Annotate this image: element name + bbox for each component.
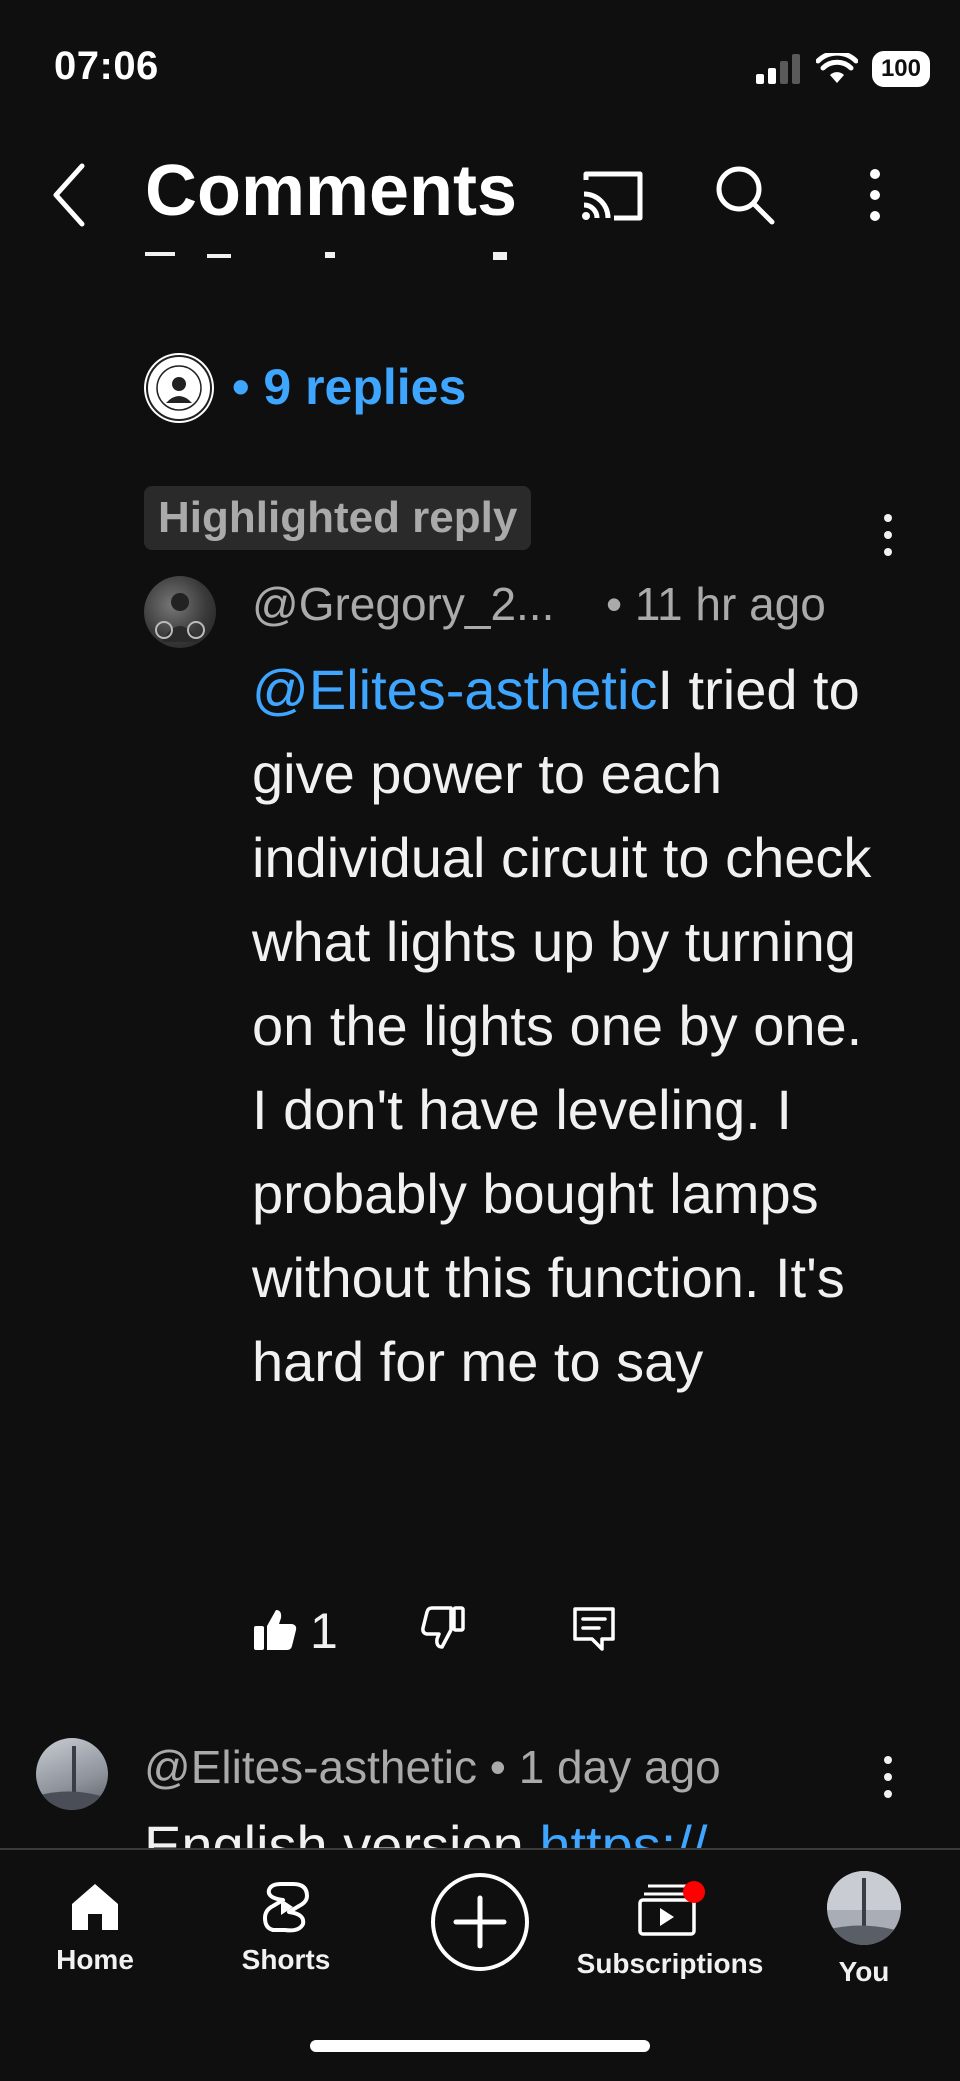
create-icon bbox=[431, 1873, 529, 1971]
more-vert-icon[interactable] bbox=[860, 162, 890, 228]
channel-logo-icon bbox=[146, 355, 212, 421]
page-title: Comments bbox=[145, 151, 518, 231]
reply-author-name[interactable]: @Gregory_2... bbox=[252, 577, 554, 631]
highlighted-reply-badge: Highlighted reply bbox=[144, 486, 532, 550]
nav-you[interactable]: You bbox=[814, 1871, 914, 1988]
nav-home[interactable]: Home bbox=[46, 1880, 144, 1976]
scrolled-content-edge bbox=[145, 252, 507, 260]
nav-you-label: You bbox=[838, 1956, 890, 1987]
reply-more-icon[interactable] bbox=[878, 510, 898, 560]
shorts-icon bbox=[263, 1882, 309, 1933]
nav-shorts-label: Shorts bbox=[241, 1944, 331, 1975]
comment-more-icon[interactable] bbox=[878, 1752, 898, 1802]
reply-author-avatar[interactable] bbox=[144, 576, 216, 648]
dislike-icon[interactable] bbox=[420, 1606, 466, 1652]
nav-home-label: Home bbox=[56, 1944, 134, 1975]
search-icon[interactable] bbox=[712, 162, 778, 228]
comment-body: English version https:// bbox=[144, 1810, 960, 1850]
nav-subscriptions[interactable]: Subscriptions bbox=[570, 1880, 770, 1980]
like-count: 1 bbox=[310, 1603, 338, 1659]
cast-icon[interactable] bbox=[580, 168, 646, 224]
nav-shorts[interactable]: Shorts bbox=[236, 1880, 336, 1976]
avatar-photo bbox=[36, 1746, 108, 1810]
nav-create[interactable] bbox=[428, 1870, 532, 1974]
reply-timestamp: • 11 hr ago bbox=[606, 578, 826, 630]
comment-author-meta[interactable]: @Elites-asthetic • 1 day ago bbox=[144, 1740, 721, 1794]
comment-text: English version bbox=[144, 1814, 540, 1850]
reply-text: I tried to give power to each individual… bbox=[252, 658, 872, 1393]
avatar-photo bbox=[155, 593, 205, 642]
wifi-icon bbox=[815, 53, 858, 83]
home-indicator[interactable] bbox=[310, 2040, 650, 2052]
reply-comment-icon[interactable] bbox=[572, 1606, 616, 1652]
signal-icon bbox=[755, 54, 800, 84]
comment-link[interactable]: https:// bbox=[539, 1814, 707, 1850]
reply-body: @Elites-astheticI tried to give power to… bbox=[252, 648, 892, 1404]
view-replies-link[interactable]: • 9 replies bbox=[232, 358, 466, 416]
channel-avatar bbox=[144, 353, 214, 423]
comment-author-avatar[interactable] bbox=[36, 1738, 108, 1810]
status-indicators: 100 bbox=[755, 48, 930, 90]
comment-body-clip: English version https:// bbox=[144, 1810, 960, 1850]
back-icon[interactable] bbox=[44, 160, 94, 230]
like-icon[interactable] bbox=[252, 1606, 298, 1652]
nav-subscriptions-label: Subscriptions bbox=[576, 1948, 764, 1979]
you-avatar bbox=[827, 1871, 901, 1945]
notification-dot bbox=[683, 1881, 705, 1903]
mention-link[interactable]: @Elites-asthetic bbox=[252, 658, 657, 721]
subscriptions-icon bbox=[638, 1881, 705, 1936]
home-icon bbox=[72, 1884, 118, 1930]
battery-indicator: 100 bbox=[871, 51, 930, 87]
status-time: 07:06 bbox=[54, 44, 159, 88]
